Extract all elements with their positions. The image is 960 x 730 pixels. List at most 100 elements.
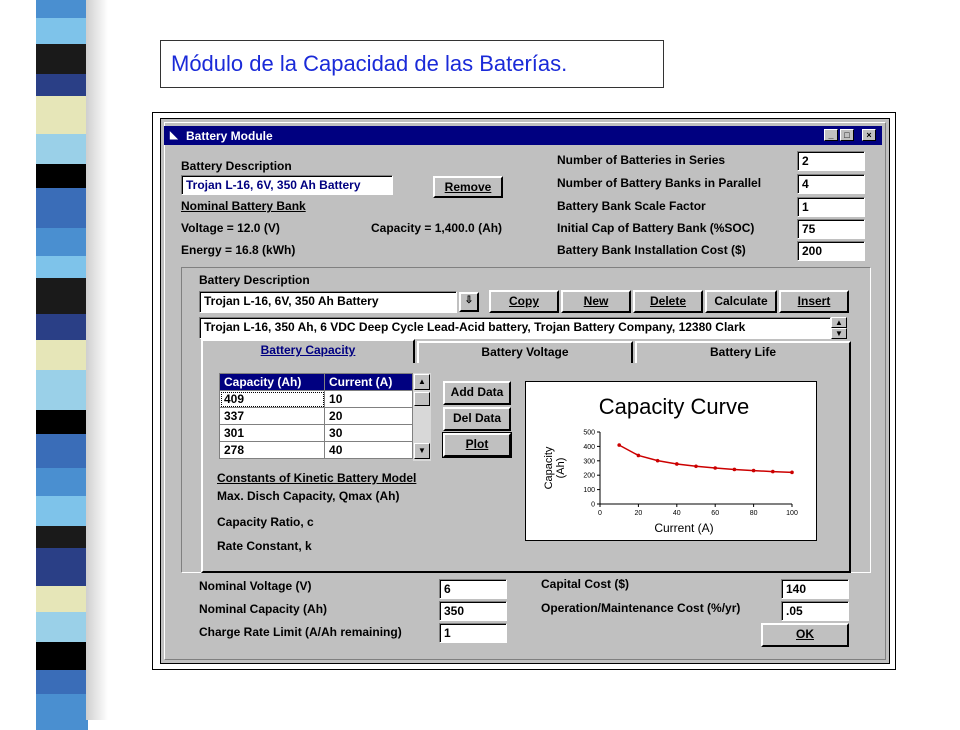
table-scroll-thumb[interactable]	[414, 392, 430, 406]
copy-label: Copy	[509, 294, 539, 308]
table-scrollbar[interactable]: ▲ ▼	[413, 373, 431, 461]
insert-label: Insert	[797, 294, 831, 308]
capacity-readout: Capacity = 1,400.0 (Ah)	[371, 221, 503, 235]
delete-button[interactable]: Delete	[633, 290, 703, 313]
x-tick-label: 40	[673, 510, 681, 517]
column-header-capacity[interactable]: Capacity (Ah)	[218, 373, 326, 391]
plot-button[interactable]: Plot	[442, 432, 512, 458]
tab-battery-life[interactable]: Battery Life	[635, 341, 851, 363]
window-title: Battery Module	[186, 128, 273, 143]
stripe-band	[36, 370, 88, 410]
y-tick-label: 400	[583, 444, 595, 451]
x-tick-label: 0	[598, 510, 602, 517]
column-header-current[interactable]: Current (A)	[324, 373, 413, 391]
capacity-cell[interactable]: 278	[218, 441, 326, 459]
scroll-up-icon[interactable]: ▲	[831, 317, 847, 328]
data-point	[771, 469, 775, 474]
y-axis-label-line: Capacity	[543, 446, 555, 489]
battery-select[interactable]: Trojan L-16, 6V, 350 Ah Battery	[199, 291, 457, 313]
current-cell[interactable]: 30	[324, 424, 413, 442]
stripe-band	[36, 496, 88, 526]
scale-factor-input[interactable]: 1	[797, 197, 865, 217]
capacity-cell[interactable]: 337	[218, 407, 326, 425]
add-data-button[interactable]: Add Data	[443, 381, 511, 405]
tab-battery-voltage[interactable]: Battery Voltage	[417, 341, 633, 363]
x-tick-label: 80	[750, 510, 758, 517]
minimize-button[interactable]: _	[824, 129, 838, 141]
capacity-cell[interactable]: 409	[218, 390, 326, 408]
y-tick-label: 0	[591, 502, 595, 509]
initial-cap-input[interactable]: 75	[797, 219, 865, 239]
copy-button[interactable]: Copy	[489, 290, 559, 313]
table-row[interactable]: 337 20	[218, 407, 413, 425]
charge-rate-label: Charge Rate Limit (A/Ah remaining)	[199, 625, 402, 639]
table-header-row: Capacity (Ah) Current (A)	[218, 373, 413, 391]
stripe-band	[36, 314, 88, 340]
charge-rate-input[interactable]: 1	[439, 623, 507, 643]
ok-button[interactable]: OK	[761, 623, 849, 647]
close-button[interactable]: ×	[862, 129, 876, 141]
current-cell[interactable]: 40	[324, 441, 413, 459]
tab-battery-capacity[interactable]: Battery Capacity	[201, 339, 415, 363]
capacity-cell[interactable]: 301	[218, 424, 326, 442]
app-icon: ◣	[170, 129, 178, 141]
x-tick-label: 100	[786, 510, 798, 517]
y-tick-label: 200	[583, 473, 595, 480]
dropdown-arrow-icon[interactable]: ⇩	[459, 292, 479, 312]
capacity-data-table[interactable]: Capacity (Ah) Current (A) 409 10 337 20 …	[218, 373, 413, 459]
stripe-band	[36, 0, 88, 18]
nominal-voltage-input[interactable]: 6	[439, 579, 507, 599]
scroll-down-icon[interactable]: ▼	[831, 328, 847, 339]
scale-factor-label: Battery Bank Scale Factor	[557, 199, 706, 213]
stripe-band	[36, 228, 88, 256]
battery-long-description[interactable]: Trojan L-16, 350 Ah, 6 VDC Deep Cycle Le…	[199, 317, 831, 339]
nominal-capacity-input[interactable]: 350	[439, 601, 507, 621]
stripe-band	[36, 134, 88, 164]
plot-label: Plot	[465, 437, 489, 451]
installation-cost-label: Battery Bank Installation Cost ($)	[557, 243, 746, 257]
stripe-band	[36, 188, 88, 228]
batteries-in-series-input[interactable]: 2	[797, 151, 865, 171]
energy-readout: Energy = 16.8 (kWh)	[181, 243, 296, 257]
new-button[interactable]: New	[561, 290, 631, 313]
tab-battery-capacity-label: Battery Capacity	[260, 343, 356, 357]
installation-cost-input[interactable]: 200	[797, 241, 865, 261]
stripe-band	[36, 410, 88, 434]
qmax-label: Max. Disch Capacity, Qmax (Ah)	[217, 489, 400, 503]
y-tick-label: 100	[583, 487, 595, 494]
insert-button[interactable]: Insert	[779, 290, 849, 313]
battery-description-field[interactable]: Trojan L-16, 6V, 350 Ah Battery	[181, 175, 393, 195]
banks-in-parallel-input[interactable]: 4	[797, 174, 865, 194]
table-scroll-down-icon[interactable]: ▼	[414, 443, 430, 459]
del-data-label: Del Data	[452, 411, 502, 425]
delete-label: Delete	[649, 294, 687, 308]
banks-in-parallel-label: Number of Battery Banks in Parallel	[557, 176, 762, 190]
chart-y-axis-label: Capacity(Ah)	[543, 446, 567, 489]
current-cell[interactable]: 20	[324, 407, 413, 425]
capital-cost-input[interactable]: 140	[781, 579, 849, 599]
rate-constant-label: Rate Constant, k	[217, 539, 312, 553]
remove-label: Remove	[444, 180, 492, 194]
stripe-band	[36, 642, 88, 670]
table-row[interactable]: 301 30	[218, 424, 413, 442]
decorative-stripes	[36, 0, 88, 730]
kinetic-model-title: Constants of Kinetic Battery Model	[217, 471, 417, 485]
y-axis-label-line: (Ah)	[555, 458, 567, 479]
om-cost-input[interactable]: .05	[781, 601, 849, 621]
table-row[interactable]: 409 10	[218, 390, 413, 408]
stripe-band	[36, 612, 88, 642]
slide-title: Módulo de la Capacidad de las Baterías.	[160, 40, 664, 88]
del-data-button[interactable]: Del Data	[443, 407, 511, 431]
maximize-button[interactable]: □	[840, 129, 854, 141]
calculate-button[interactable]: Calculate	[705, 290, 777, 313]
remove-button[interactable]: Remove	[433, 176, 503, 198]
stripe-band	[36, 670, 88, 694]
current-cell[interactable]: 10	[324, 390, 413, 408]
data-point	[675, 462, 679, 466]
data-point	[732, 467, 737, 472]
stripe-shadow	[86, 0, 108, 720]
table-row[interactable]: 278 40	[218, 441, 413, 459]
add-data-label: Add Data	[450, 385, 504, 399]
title-bar[interactable]: ◣ Battery Module _ □ ×	[164, 126, 882, 145]
table-scroll-up-icon[interactable]: ▲	[414, 374, 430, 390]
